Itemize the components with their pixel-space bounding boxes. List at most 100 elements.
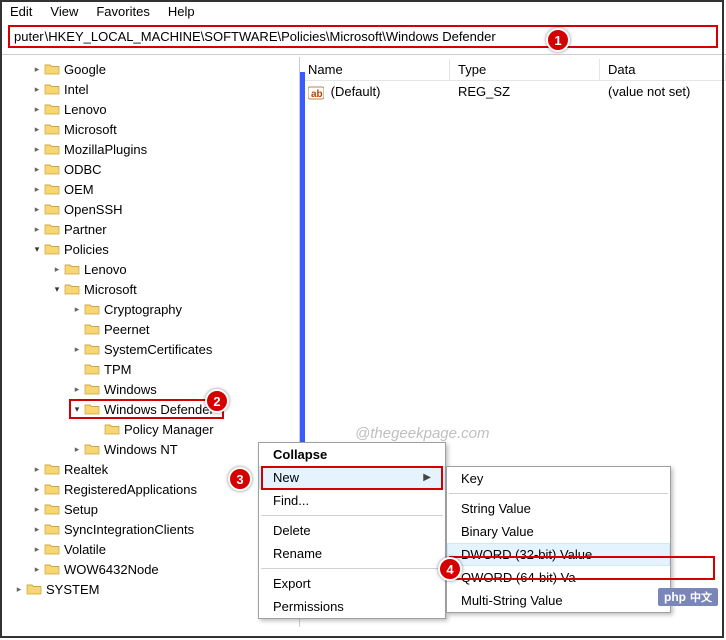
ctx-permissions[interactable]: Permissions <box>259 595 445 618</box>
chevron-right-icon[interactable]: ▸ <box>70 384 84 395</box>
ctx-string-value[interactable]: String Value <box>447 497 670 520</box>
splitter[interactable] <box>300 72 305 452</box>
chevron-right-icon[interactable]: ▸ <box>30 524 44 535</box>
ctx-delete[interactable]: Delete <box>259 519 445 542</box>
folder-icon <box>84 342 100 356</box>
tree-item[interactable]: ▸Cryptography <box>0 299 299 319</box>
chevron-down-icon[interactable]: ▾ <box>70 404 84 415</box>
address-path: \HKEY_LOCAL_MACHINE\SOFTWARE\Policies\Mi… <box>45 29 712 44</box>
tree-item[interactable]: ▸ OEM <box>0 179 299 199</box>
tree-item-label: Lenovo <box>64 102 107 117</box>
folder-icon <box>44 222 60 236</box>
tree-item[interactable]: ▸WOW6432Node <box>0 559 299 579</box>
ctx-dword-value[interactable]: DWORD (32-bit) Value <box>447 543 670 566</box>
tree-item-label: OEM <box>64 182 94 197</box>
tree-item[interactable]: ▸ Volatile <box>0 539 299 559</box>
tree-item-label: Peernet <box>104 322 150 337</box>
tree-item[interactable]: ▸OpenSSH <box>0 199 299 219</box>
chevron-right-icon[interactable]: ▸ <box>12 584 26 595</box>
chevron-right-icon[interactable]: ▸ <box>30 104 44 115</box>
folder-icon <box>84 322 100 336</box>
chevron-right-icon[interactable]: ▸ <box>30 204 44 215</box>
chevron-down-icon[interactable]: ▾ <box>30 244 44 255</box>
ctx-find[interactable]: Find... <box>259 489 445 512</box>
tree-item-label: Microsoft <box>84 282 137 297</box>
tree-pane[interactable]: ▸Google▸Intel▸Lenovo▸Microsoft▸MozillaPl… <box>0 57 300 627</box>
chevron-right-icon[interactable]: ▸ <box>30 564 44 575</box>
tree-item-label: Google <box>64 62 106 77</box>
tree-item-label: Lenovo <box>84 262 127 277</box>
menu-edit[interactable]: Edit <box>10 4 32 19</box>
ctx-multi-string-value[interactable]: Multi-String Value <box>447 589 670 612</box>
ctx-rename[interactable]: Rename <box>259 542 445 565</box>
chevron-right-icon[interactable]: ▸ <box>70 304 84 315</box>
context-submenu-new[interactable]: Key String Value Binary Value DWORD (32-… <box>446 466 671 613</box>
tree-item[interactable]: ▸ Microsoft <box>0 119 299 139</box>
col-name[interactable]: Name <box>300 59 450 80</box>
tree-item[interactable]: ▸SYSTEM <box>0 579 299 599</box>
tree-item[interactable]: ▸Partner <box>0 219 299 239</box>
tree-item[interactable]: TPM <box>0 359 299 379</box>
folder-icon <box>44 122 60 136</box>
tree-item[interactable]: ▸Windows <box>0 379 299 399</box>
chevron-right-icon[interactable]: ▸ <box>30 484 44 495</box>
tree-item[interactable]: ▸ODBC <box>0 159 299 179</box>
chevron-right-icon[interactable]: ▸ <box>30 164 44 175</box>
chevron-right-icon[interactable]: ▸ <box>30 144 44 155</box>
tree-item[interactable]: ▾Policies <box>0 239 299 259</box>
chevron-right-icon[interactable]: ▸ <box>70 344 84 355</box>
tree-item[interactable]: ▸SyncIntegrationClients <box>0 519 299 539</box>
tree-item[interactable]: ▾Windows Defender <box>0 399 299 419</box>
chevron-right-icon[interactable]: ▸ <box>30 224 44 235</box>
menu-help[interactable]: Help <box>168 4 195 19</box>
chevron-down-icon[interactable]: ▾ <box>50 284 64 295</box>
chevron-right-icon[interactable]: ▸ <box>30 184 44 195</box>
tree-item[interactable]: ▾ Microsoft <box>0 279 299 299</box>
folder-icon <box>44 242 60 256</box>
tree-item[interactable]: ▸ Intel <box>0 79 299 99</box>
chevron-right-icon[interactable]: ▸ <box>30 124 44 135</box>
list-row[interactable]: ab (Default) REG_SZ (value not set) <box>300 81 726 103</box>
col-type[interactable]: Type <box>450 59 600 80</box>
list-header: Name Type Data <box>300 59 726 81</box>
tree-item-label: Volatile <box>64 542 106 557</box>
tree-item-label: Policy Manager <box>124 422 214 437</box>
chevron-right-icon[interactable]: ▸ <box>30 464 44 475</box>
chevron-right-icon[interactable]: ▸ <box>30 64 44 75</box>
chevron-right-icon[interactable]: ▸ <box>30 544 44 555</box>
folder-icon <box>44 62 60 76</box>
chevron-right-icon[interactable]: ▸ <box>30 504 44 515</box>
tree-item[interactable]: ▸ Lenovo <box>0 99 299 119</box>
folder-icon <box>44 202 60 216</box>
tree-item[interactable]: ▸RegisteredApplications <box>0 479 299 499</box>
context-menu[interactable]: Collapse New▶ Find... Delete Rename Expo… <box>258 442 446 619</box>
chevron-right-icon[interactable]: ▸ <box>50 264 64 275</box>
tree-item[interactable]: ▸Windows NT <box>0 439 299 459</box>
ctx-collapse[interactable]: Collapse <box>259 443 445 466</box>
folder-icon <box>64 262 80 276</box>
address-bar[interactable]: puter \HKEY_LOCAL_MACHINE\SOFTWARE\Polic… <box>8 25 718 48</box>
chevron-right-icon[interactable]: ▸ <box>70 444 84 455</box>
svg-text:ab: ab <box>311 89 323 100</box>
tree-item[interactable]: ▸Setup <box>0 499 299 519</box>
ctx-key[interactable]: Key <box>447 467 670 490</box>
col-data[interactable]: Data <box>600 59 726 80</box>
ctx-binary-value[interactable]: Binary Value <box>447 520 670 543</box>
folder-icon <box>84 442 100 456</box>
tree-item[interactable]: ▸ Lenovo <box>0 259 299 279</box>
menu-favorites[interactable]: Favorites <box>96 4 149 19</box>
tree-item[interactable]: Policy Manager <box>0 419 299 439</box>
ctx-new[interactable]: New▶ <box>259 466 445 489</box>
ctx-export[interactable]: Export <box>259 572 445 595</box>
chevron-right-icon[interactable]: ▸ <box>30 84 44 95</box>
menu-view[interactable]: View <box>50 4 78 19</box>
tree-item-label: TPM <box>104 362 131 377</box>
tree-item[interactable]: Peernet <box>0 319 299 339</box>
tree-item-label: Intel <box>64 82 89 97</box>
tree-item[interactable]: ▸SystemCertificates <box>0 339 299 359</box>
ctx-qword-value[interactable]: QWORD (64-bit) Va <box>447 566 670 589</box>
tree-item[interactable]: ▸ Google <box>0 59 299 79</box>
tree-item-label: Microsoft <box>64 122 117 137</box>
tree-item[interactable]: ▸Realtek <box>0 459 299 479</box>
tree-item[interactable]: ▸MozillaPlugins <box>0 139 299 159</box>
